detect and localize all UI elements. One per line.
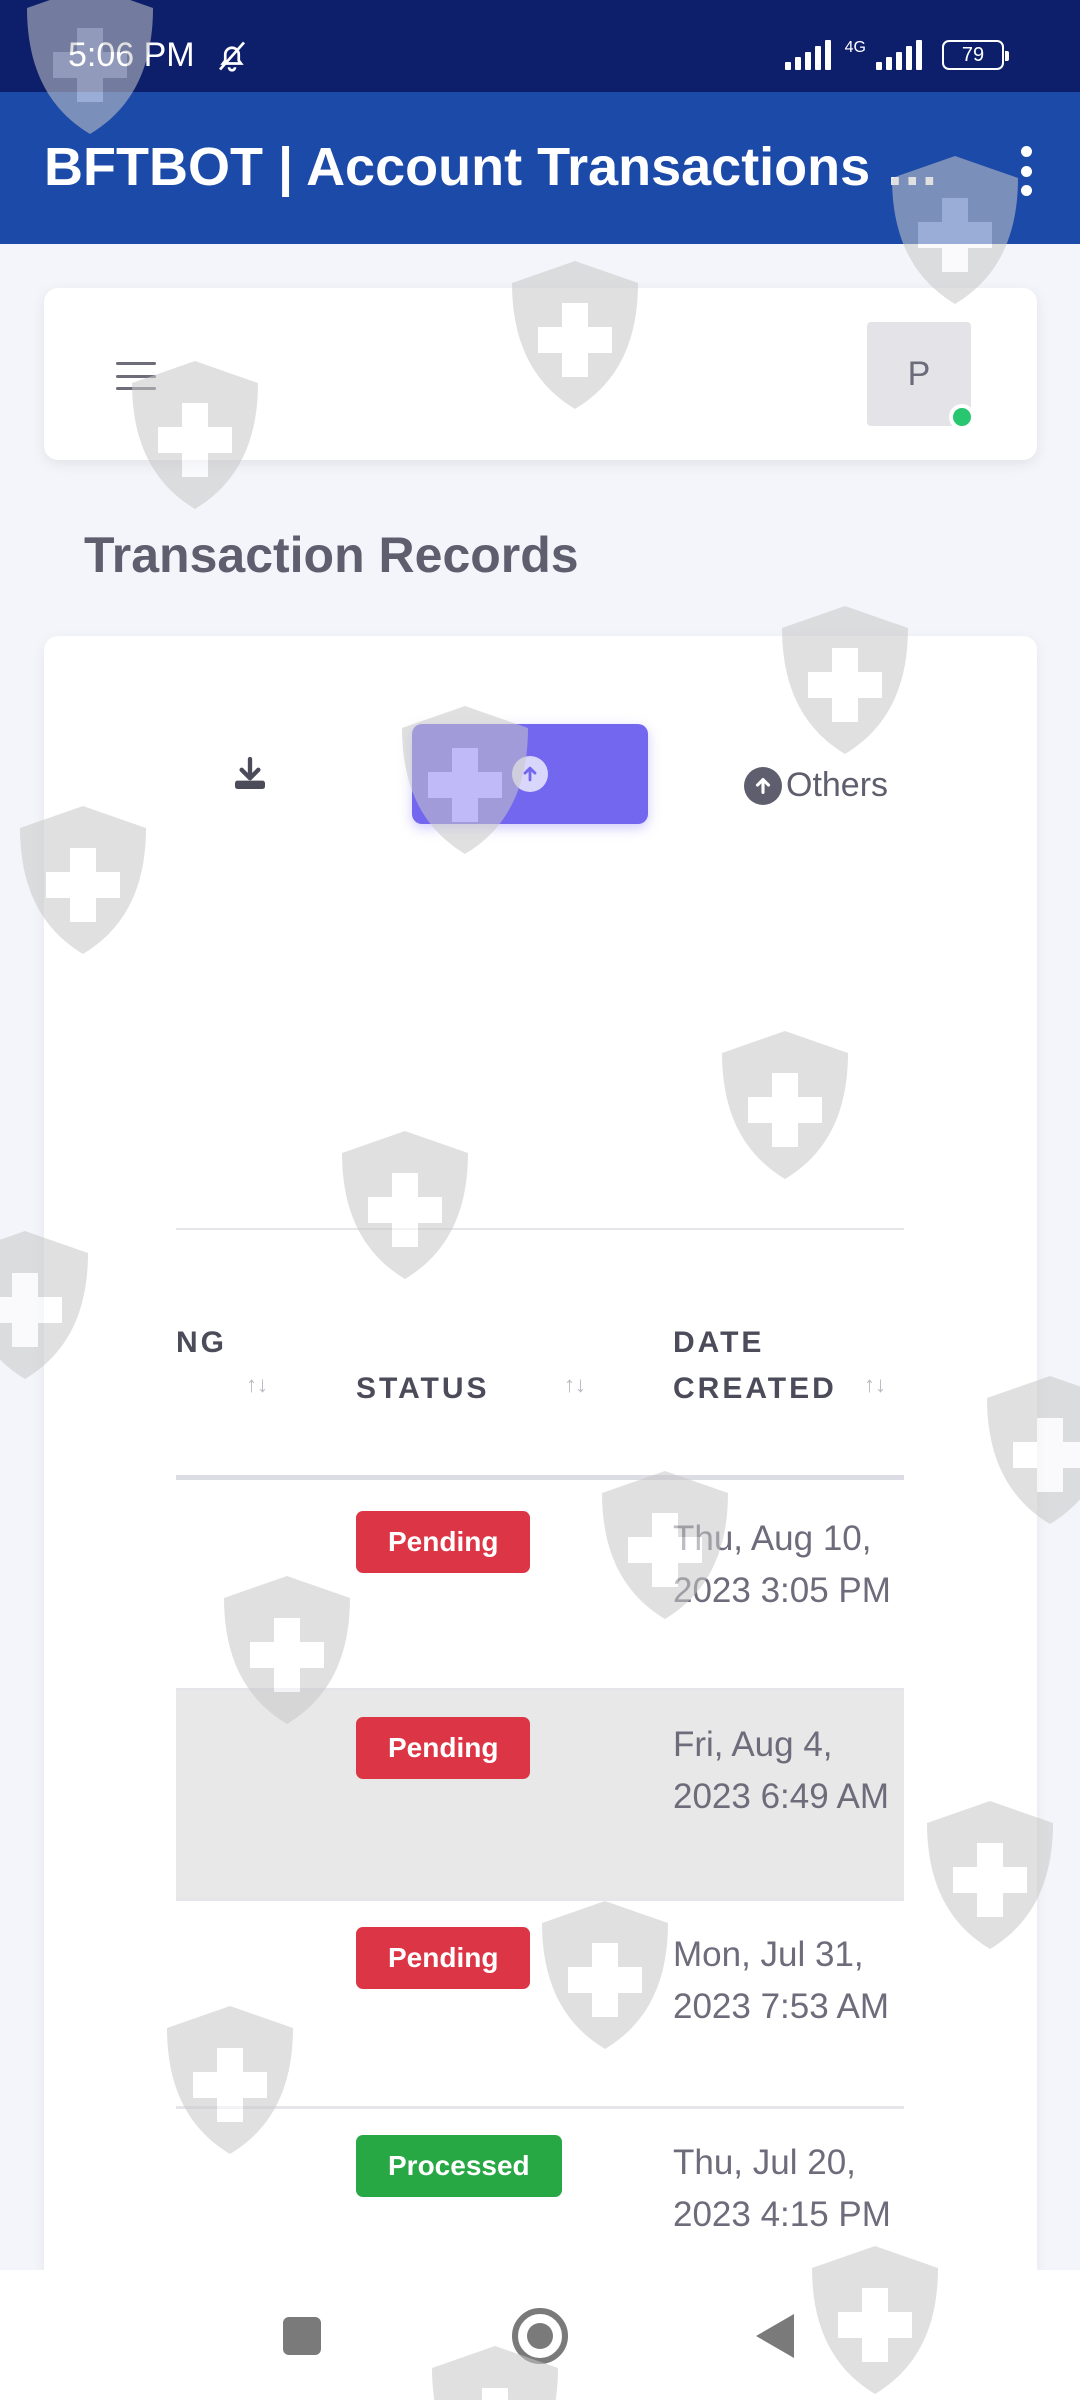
status-badge: Pending bbox=[356, 1717, 531, 1779]
menu-icon[interactable] bbox=[116, 362, 156, 390]
tab-others[interactable]: Others bbox=[744, 766, 888, 805]
recent-apps-icon[interactable] bbox=[283, 2317, 321, 2355]
table-row[interactable]: Processed Thu, Jul 20, 2023 4:15 PM bbox=[176, 2109, 904, 2296]
table-divider bbox=[176, 1228, 904, 1230]
sort-icon[interactable]: ↑↓ bbox=[564, 1372, 586, 1398]
table-row[interactable]: Pending Fri, Aug 4, 2023 6:49 AM bbox=[176, 1691, 904, 1901]
signal-icon bbox=[784, 40, 831, 70]
tab-others-label: Others bbox=[786, 766, 889, 804]
network-type: 4G bbox=[844, 39, 866, 56]
upload-circle-icon bbox=[744, 766, 782, 805]
table-header: NG ↑↓ STATUS ↑↓ DATE CREATED ↑↓ bbox=[176, 1320, 904, 1480]
status-badge: Pending bbox=[356, 1511, 531, 1573]
column-header-status[interactable]: STATUS bbox=[356, 1366, 490, 1412]
status-badge: Pending bbox=[356, 1927, 531, 1989]
system-nav-bar bbox=[0, 2270, 1080, 2400]
page-title: Transaction Records bbox=[84, 527, 579, 583]
column-header-date-created[interactable]: DATE CREATED bbox=[673, 1320, 853, 1412]
app-title: BFTBOT | Account Transactions Hi... bbox=[44, 137, 944, 197]
more-vert-icon[interactable] bbox=[1016, 146, 1036, 196]
app-bar: BFTBOT | Account Transactions Hi... bbox=[0, 92, 1080, 244]
top-nav-card: P bbox=[44, 288, 1037, 460]
avatar[interactable]: P bbox=[867, 322, 975, 430]
table-row[interactable]: Pending Thu, Aug 10, 2023 3:05 PM bbox=[176, 1485, 904, 1691]
battery-icon: 79 bbox=[942, 40, 1009, 70]
upload-tab-button[interactable] bbox=[412, 724, 648, 824]
date-created: Mon, Jul 31, 2023 7:53 AM bbox=[673, 1935, 889, 2026]
bell-off-icon bbox=[218, 41, 246, 72]
column-header-truncated[interactable]: NG bbox=[176, 1320, 227, 1366]
date-created: Thu, Aug 10, 2023 3:05 PM bbox=[673, 1519, 891, 1610]
table-row[interactable]: Pending Mon, Jul 31, 2023 7:53 AM bbox=[176, 1901, 904, 2109]
status-bar: 5:06 PM 4G 79 bbox=[0, 0, 1080, 92]
download-icon[interactable] bbox=[230, 754, 270, 794]
sort-icon[interactable]: ↑↓ bbox=[246, 1372, 268, 1398]
transactions-card: Others NG ↑↓ STATUS ↑↓ DATE CREATED ↑↓ P… bbox=[44, 636, 1037, 2296]
online-status-dot bbox=[949, 404, 975, 430]
avatar-initial: P bbox=[907, 354, 931, 393]
status-badge: Processed bbox=[356, 2135, 562, 2197]
status-time: 5:06 PM bbox=[68, 36, 195, 74]
signal-icon-2 bbox=[876, 40, 922, 70]
sort-icon[interactable]: ↑↓ bbox=[864, 1372, 886, 1398]
home-icon[interactable] bbox=[512, 2308, 568, 2364]
upload-icon bbox=[512, 756, 548, 792]
date-created: Fri, Aug 4, 2023 6:49 AM bbox=[673, 1725, 889, 1816]
date-created: Thu, Jul 20, 2023 4:15 PM bbox=[673, 2143, 891, 2234]
back-icon[interactable] bbox=[756, 2314, 794, 2358]
